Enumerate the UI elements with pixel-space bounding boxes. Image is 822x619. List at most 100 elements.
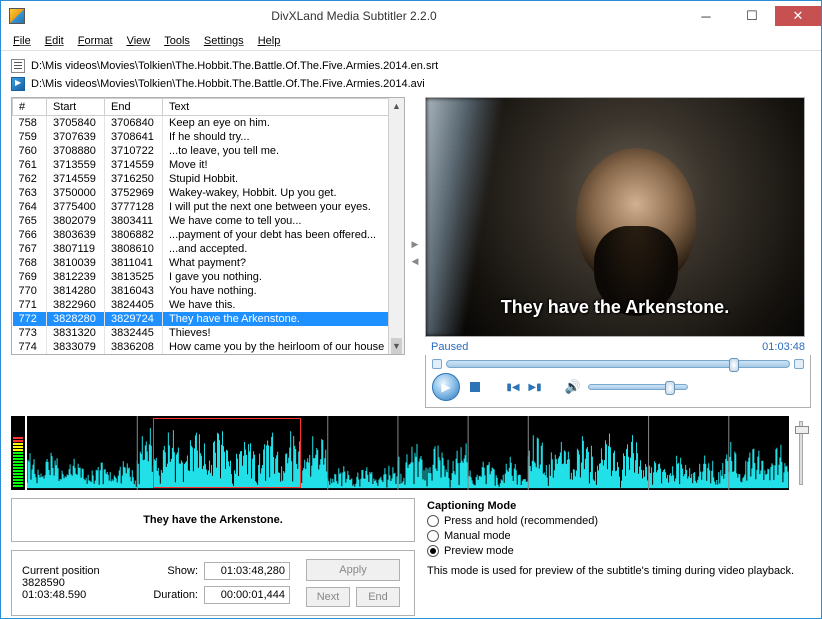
splitter-left-icon[interactable]: ◀ [412, 256, 419, 267]
menu-settings[interactable]: Settings [198, 33, 250, 49]
scroll-down-icon[interactable]: ▼ [389, 338, 404, 354]
minimize-button[interactable]: ─ [683, 6, 729, 26]
cell: 3822960 [47, 298, 105, 312]
captioning-mode-desc: This mode is used for preview of the sub… [427, 565, 811, 577]
table-row[interactable]: 77338313203832445Thieves! [13, 326, 404, 340]
cell: ...to leave, you tell me. [163, 144, 404, 158]
radio-manual[interactable] [427, 530, 439, 542]
splitter[interactable]: ▶ ◀ [411, 97, 419, 408]
subtitle-table[interactable]: # Start End Text 75837058403706840Keep a… [11, 97, 405, 355]
table-row[interactable]: 76037088803710722...to leave, you tell m… [13, 144, 404, 158]
cell: 3831320 [47, 326, 105, 340]
menu-file[interactable]: File [7, 33, 37, 49]
cell: 3708880 [47, 144, 105, 158]
col-text[interactable]: Text [163, 99, 404, 116]
subtitle-edit-box[interactable]: They have the Arkenstone. [11, 498, 415, 542]
app-icon [9, 8, 25, 24]
menu-edit[interactable]: Edit [39, 33, 70, 49]
zoom-thumb[interactable] [795, 426, 809, 434]
next-button[interactable]: ▶▮ [528, 380, 542, 394]
cell: 772 [13, 312, 47, 326]
duration-label: Duration: [148, 589, 198, 601]
duration-input[interactable] [204, 586, 290, 604]
table-row[interactable]: 77438330793836208How came you by the hei… [13, 340, 404, 354]
col-num[interactable]: # [13, 99, 47, 116]
table-row[interactable]: 77138229603824405We have this. [13, 298, 404, 312]
cell: 3808610 [105, 242, 163, 256]
radio-preview[interactable] [427, 545, 439, 557]
table-row[interactable]: 76938122393813525I gave you nothing. [13, 270, 404, 284]
end-sub-button[interactable]: End [356, 587, 400, 607]
cell: 3714559 [105, 158, 163, 172]
volume-bar[interactable] [588, 384, 688, 390]
cell: I gave you nothing. [163, 270, 404, 284]
transport-bar: ▶ ▮◀ ▶▮ 🔊 [425, 355, 811, 408]
video-path: D:\Mis videos\Movies\Tolkien\The.Hobbit.… [31, 78, 425, 90]
table-scrollbar[interactable]: ▲ ▼ [388, 98, 404, 354]
volume-knob[interactable] [665, 381, 675, 395]
show-label: Show: [148, 565, 198, 577]
prev-button[interactable]: ▮◀ [506, 380, 520, 394]
waveform-selection[interactable] [153, 418, 301, 488]
cell: 769 [13, 270, 47, 284]
cell: 765 [13, 214, 47, 228]
cell: 3811041 [105, 256, 163, 270]
table-row[interactable]: 76738071193808610...and accepted. [13, 242, 404, 256]
table-row[interactable]: 77038142803816043You have nothing. [13, 284, 404, 298]
seek-bar[interactable] [446, 360, 790, 368]
table-row[interactable]: 76237145593716250Stupid Hobbit. [13, 172, 404, 186]
col-start[interactable]: Start [47, 99, 105, 116]
table-row[interactable]: 75937076393708641If he should try... [13, 130, 404, 144]
cell: 766 [13, 228, 47, 242]
cell: Keep an eye on him. [163, 116, 404, 131]
menu-format[interactable]: Format [72, 33, 119, 49]
cell: 3708641 [105, 130, 163, 144]
table-row[interactable]: 76838100393811041What payment? [13, 256, 404, 270]
table-row[interactable]: 76137135593714559Move it! [13, 158, 404, 172]
cell: 3810039 [47, 256, 105, 270]
current-position-label: Current position [22, 565, 132, 577]
file-paths: D:\Mis videos\Movies\Tolkien\The.Hobbit.… [1, 51, 821, 97]
seek-end-icon[interactable] [794, 359, 804, 369]
current-position-timecode: 01:03:48.590 [22, 589, 132, 601]
scroll-up-icon[interactable]: ▲ [389, 98, 404, 114]
waveform-zoom-slider[interactable] [791, 416, 811, 490]
video-preview[interactable]: They have the Arkenstone. [425, 97, 805, 337]
menu-tools[interactable]: Tools [158, 33, 196, 49]
cell: 764 [13, 200, 47, 214]
menu-view[interactable]: View [121, 33, 157, 49]
menu-help[interactable]: Help [252, 33, 287, 49]
current-position-value: 3828590 [22, 577, 132, 589]
menu-bar: File Edit Format View Tools Settings Hel… [1, 31, 821, 51]
apply-button[interactable]: Apply [306, 559, 400, 581]
waveform[interactable]: ▼ [27, 416, 789, 490]
seek-start-icon[interactable] [432, 359, 442, 369]
cell: Wakey-wakey, Hobbit. Up you get. [163, 186, 404, 200]
cell: 767 [13, 242, 47, 256]
table-row[interactable]: 75837058403706840Keep an eye on him. [13, 116, 404, 131]
cell: Move it! [163, 158, 404, 172]
stop-button[interactable] [468, 380, 482, 394]
cell: 3716250 [105, 172, 163, 186]
volume-icon[interactable]: 🔊 [566, 380, 580, 394]
table-row[interactable]: 77238282803829724They have the Arkenston… [13, 312, 404, 326]
col-end[interactable]: End [105, 99, 163, 116]
window-title: DivXLand Media Subtitler 2.2.0 [25, 9, 683, 23]
next-sub-button[interactable]: Next [306, 587, 350, 607]
close-button[interactable]: ✕ [775, 6, 821, 26]
cell: Stupid Hobbit. [163, 172, 404, 186]
cell: 3710722 [105, 144, 163, 158]
play-button[interactable]: ▶ [432, 373, 460, 401]
table-row[interactable]: 76437754003777128I will put the next one… [13, 200, 404, 214]
splitter-right-icon[interactable]: ▶ [412, 239, 419, 250]
table-row[interactable]: 76337500003752969Wakey-wakey, Hobbit. Up… [13, 186, 404, 200]
cell: 770 [13, 284, 47, 298]
table-row[interactable]: 76638036393806882...payment of your debt… [13, 228, 404, 242]
radio-press-hold[interactable] [427, 515, 439, 527]
table-row[interactable]: 76538020793803411We have come to tell yo… [13, 214, 404, 228]
cell: 3824405 [105, 298, 163, 312]
maximize-button[interactable]: ☐ [729, 6, 775, 26]
cell: 763 [13, 186, 47, 200]
show-input[interactable] [204, 562, 290, 580]
seek-knob[interactable] [729, 358, 739, 372]
